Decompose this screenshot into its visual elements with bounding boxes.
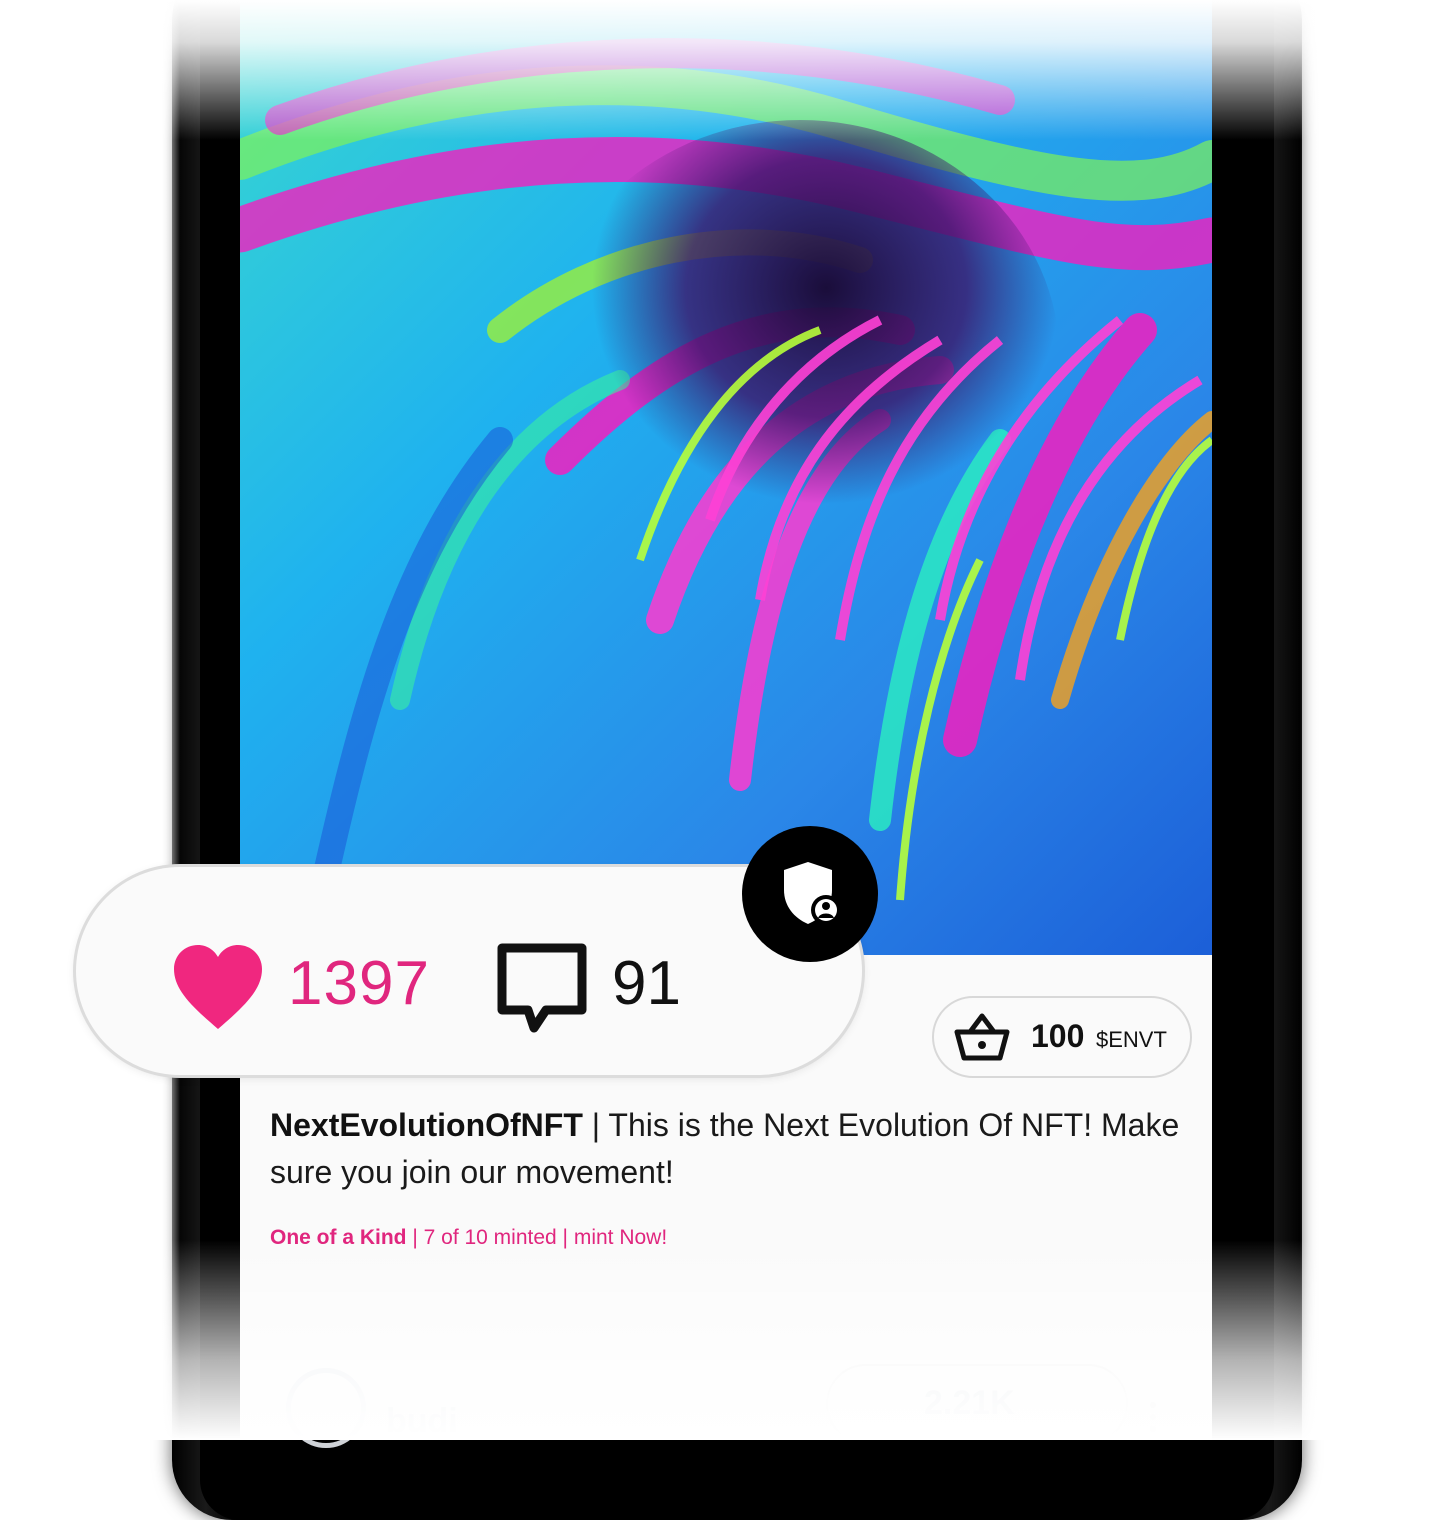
right-fade xyxy=(1300,0,1440,1440)
shield-user-icon xyxy=(784,862,841,925)
basket-icon[interactable] xyxy=(954,1012,1010,1062)
more-vertical-icon[interactable] xyxy=(1150,1402,1158,1432)
mint-kind: One of a Kind xyxy=(270,1226,407,1249)
nft-artwork[interactable] xyxy=(240,0,1212,955)
price-value: 100 xyxy=(1031,1018,1085,1054)
price-currency: $ENVT xyxy=(1096,1027,1167,1052)
comment-count: 91 xyxy=(612,949,681,1018)
post-username[interactable]: NextEvolutionOfNFT xyxy=(270,1107,583,1143)
caption-separator: | xyxy=(582,1107,609,1143)
left-fade xyxy=(0,0,180,1440)
next-post-count: 2.21K xyxy=(924,1384,1015,1422)
verified-badge[interactable] xyxy=(742,826,878,962)
mint-status[interactable]: One of a Kind | 7 of 10 minted | mint No… xyxy=(270,1226,667,1250)
mint-details: | 7 of 10 minted | mint Now! xyxy=(406,1226,668,1249)
like-count: 1397 xyxy=(288,949,430,1018)
heart-icon[interactable] xyxy=(172,945,264,1031)
post-caption: NextEvolutionOfNFT | This is the Next Ev… xyxy=(270,1102,1190,1196)
comment-icon[interactable] xyxy=(494,942,590,1034)
post-screen xyxy=(240,0,1212,1440)
next-post-username[interactable]: budi xyxy=(386,1402,458,1441)
next-post-avatar[interactable] xyxy=(286,1368,366,1448)
